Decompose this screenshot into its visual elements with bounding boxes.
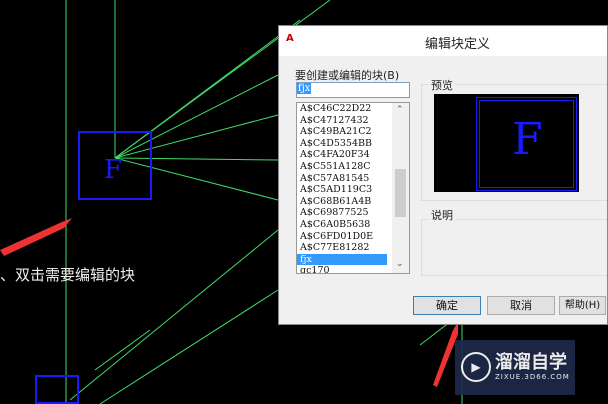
block-list-item[interactable]: A$C6FD01D0E: [297, 231, 387, 243]
block-preview: F: [434, 94, 579, 192]
play-logo-icon: ▶: [461, 352, 491, 382]
block-name-label: 要创建或编辑的块(B): [295, 69, 400, 82]
cancel-button[interactable]: 取消: [487, 296, 555, 315]
edit-block-definition-dialog: A 编辑块定义 要创建或编辑的块(B) fjx A$C46C22D22 A$C47…: [278, 25, 608, 325]
block-list-item[interactable]: A$C6A0B5638: [297, 219, 387, 231]
block-name-value: fjx: [297, 83, 312, 94]
watermark-url: ZIXUE.3D66.COM: [495, 373, 570, 381]
block-list-item[interactable]: A$C77E81282: [297, 242, 387, 254]
ok-button[interactable]: 确定: [413, 296, 481, 315]
block-list[interactable]: A$C46C22D22 A$C47127432 A$C49BA21C2 A$C4D53…: [296, 102, 410, 274]
help-button[interactable]: 帮助(H): [559, 296, 606, 315]
red-arrow: [0, 218, 72, 256]
preview-label: 预览: [429, 77, 455, 93]
block-list-item[interactable]: A$C46C22D22: [297, 103, 387, 115]
dialog-title: 编辑块定义: [425, 37, 491, 52]
block-list-item[interactable]: A$C4D5354BB: [297, 138, 387, 150]
instruction-text: 、双击需要编辑的块: [0, 266, 136, 284]
autocad-icon: A: [286, 33, 294, 44]
preview-letter: F: [512, 114, 543, 165]
scroll-down-icon[interactable]: ⌄: [396, 259, 404, 269]
dialog-title-bar[interactable]: A 编辑块定义: [279, 26, 607, 56]
watermark-name: 溜溜自学: [495, 352, 567, 373]
block-list-item[interactable]: A$C68B61A4B: [297, 196, 387, 208]
description-group: [421, 219, 607, 276]
block-list-item[interactable]: fjx: [297, 253, 387, 266]
block-list-item[interactable]: gc170: [297, 265, 387, 273]
block-list-item[interactable]: A$C49BA21C2: [297, 126, 387, 138]
block-list-item[interactable]: A$C5AD119C3: [297, 184, 387, 196]
watermark: ▶ 溜溜自学 ZIXUE.3D66.COM: [455, 340, 575, 395]
description-label: 说明: [429, 207, 455, 223]
block-letter: F: [104, 155, 122, 185]
block-list-item[interactable]: A$C4FA20F34: [297, 149, 387, 161]
block-name-input[interactable]: fjx: [296, 82, 410, 98]
block-list-item[interactable]: A$C69877525: [297, 207, 387, 219]
scrollbar-thumb[interactable]: [395, 169, 406, 217]
scroll-up-icon[interactable]: ⌃: [396, 105, 404, 115]
block-list-item[interactable]: A$C47127432: [297, 115, 387, 127]
block-list-item[interactable]: A$C551A128C: [297, 161, 387, 173]
block-list-item[interactable]: A$C57A81545: [297, 173, 387, 185]
list-scrollbar[interactable]: ⌃ ⌄: [392, 103, 409, 273]
